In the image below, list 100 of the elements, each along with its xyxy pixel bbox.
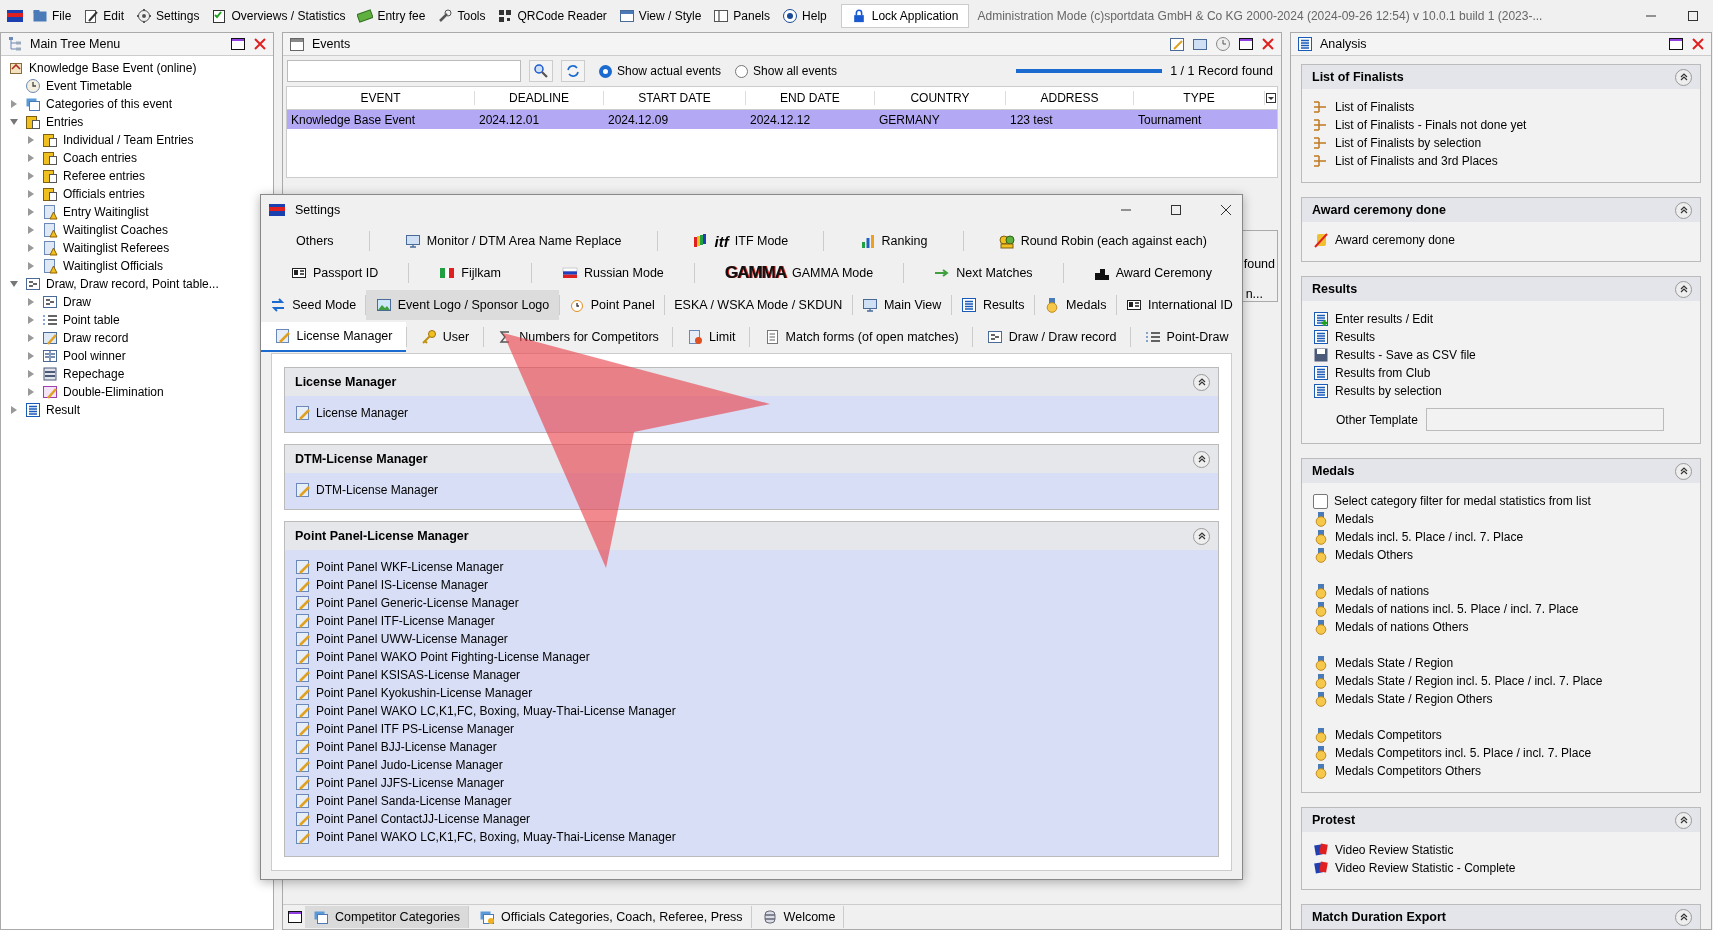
report-link[interactable]: List of Finalists by selection — [1313, 134, 1690, 152]
report-link[interactable]: Medals Competitors incl. 5. Place / incl. 7. Place — [1313, 744, 1690, 762]
collapsed-arrow-icon[interactable] — [26, 189, 36, 199]
report-link[interactable]: Video Review Statistic - Complete — [1313, 859, 1690, 877]
settings-tab[interactable]: Numbers for Competitors — [483, 322, 673, 352]
collapsed-arrow-icon[interactable] — [9, 99, 19, 109]
menu-item[interactable]: Settings — [132, 5, 204, 27]
license-manager-link[interactable]: Point Panel ITF PS-License Manager — [295, 720, 1208, 738]
report-link[interactable]: Results by selection — [1313, 382, 1690, 400]
report-link[interactable]: Medals of nations incl. 5. Place / incl. 7. Place — [1313, 600, 1690, 618]
maximize-panel-icon[interactable] — [1668, 36, 1684, 52]
settings-tab[interactable]: Medals — [1034, 290, 1116, 320]
template-field[interactable] — [1425, 408, 1664, 431]
report-link[interactable]: Medals Others — [1313, 546, 1690, 564]
report-link[interactable]: Award ceremony done — [1313, 231, 1690, 249]
menu-item[interactable]: Overviews / Statistics — [207, 5, 350, 27]
report-link[interactable]: List of Finalists — [1313, 98, 1690, 116]
collapsed-arrow-icon[interactable] — [26, 369, 36, 379]
tree-item[interactable]: Double-Elimination — [8, 383, 273, 401]
license-manager-link[interactable]: Point Panel WAKO LC,K1,FC, Boxing, Muay-Thai-License Manager — [295, 828, 1208, 846]
license-manager-link[interactable]: Point Panel BJJ-License Manager — [295, 738, 1208, 756]
column-header[interactable]: DEADLINE — [475, 91, 604, 105]
maximize-icon[interactable] — [1170, 204, 1182, 216]
settings-tab[interactable]: Award Ceremony — [1063, 258, 1242, 288]
report-link[interactable]: Medals — [1313, 510, 1690, 528]
settings-tab[interactable]: Round Robin (each against each) — [963, 226, 1242, 256]
report-link[interactable]: Medals State / Region incl. 5. Place / incl. 7. Place — [1313, 672, 1690, 690]
collapse-button[interactable] — [1675, 68, 1692, 86]
license-manager-link[interactable]: Point Panel JJFS-License Manager — [295, 774, 1208, 792]
settings-tab[interactable]: International ID — [1116, 290, 1242, 320]
license-manager-link[interactable]: Point Panel IS-License Manager — [295, 576, 1208, 594]
radio-option[interactable]: Show actual events — [599, 64, 722, 78]
collapse-button[interactable] — [1193, 450, 1210, 468]
search-button[interactable] — [529, 60, 553, 82]
collapsed-arrow-icon[interactable] — [26, 135, 36, 145]
column-header[interactable]: EVENT — [287, 91, 475, 105]
settings-tab[interactable]: Match forms (of open matches) — [750, 322, 973, 352]
report-link[interactable]: Results from Club — [1313, 364, 1690, 382]
settings-tab[interactable]: Ranking — [824, 226, 963, 256]
refresh-button[interactable] — [561, 60, 585, 82]
settings-tab[interactable]: Russian Mode — [531, 258, 694, 288]
maximize-icon[interactable] — [1687, 10, 1699, 22]
menu-item[interactable]: QRCode Reader — [493, 5, 611, 27]
settings-tab[interactable]: User — [407, 322, 483, 352]
license-manager-link[interactable]: Point Panel WAKO Point Fighting-License Manager — [295, 648, 1208, 666]
collapse-button[interactable] — [1193, 373, 1210, 391]
column-header[interactable]: COUNTRY — [875, 91, 1006, 105]
collapse-button[interactable] — [1675, 201, 1692, 219]
settings-tab[interactable]: Results — [951, 290, 1034, 320]
collapse-button[interactable] — [1193, 527, 1210, 545]
collapsed-arrow-icon[interactable] — [26, 243, 36, 253]
menu-item[interactable]: File — [28, 5, 76, 27]
tree-item[interactable]: Result — [8, 401, 273, 419]
tree-item[interactable]: Entry Waitinglist — [8, 203, 273, 221]
tree-item[interactable]: Categories of this event — [8, 95, 273, 113]
collapsed-arrow-icon[interactable] — [26, 153, 36, 163]
license-manager-link[interactable]: Point Panel Kyokushin-License Manager — [295, 684, 1208, 702]
license-manager-link[interactable]: Point Panel WAKO LC,K1,FC, Boxing, Muay-Thai-License Manager — [295, 702, 1208, 720]
report-link[interactable]: Medals incl. 5. Place / incl. 7. Place — [1313, 528, 1690, 546]
tree-item[interactable]: Repechage — [8, 365, 273, 383]
menu-item[interactable]: Entry fee — [353, 5, 430, 27]
collapsed-arrow-icon[interactable] — [26, 261, 36, 271]
panel-tab[interactable]: n... — [1245, 287, 1263, 301]
tree-item[interactable]: Entries — [8, 113, 273, 131]
collapsed-arrow-icon[interactable] — [26, 387, 36, 397]
maximize-panel-icon[interactable] — [230, 36, 246, 52]
report-link[interactable]: Results — [1313, 328, 1690, 346]
tree-item[interactable]: Officials entries — [8, 185, 273, 203]
license-manager-link[interactable]: Point Panel ITF-License Manager — [295, 612, 1208, 630]
report-link[interactable]: Enter results / Edit — [1313, 310, 1690, 328]
settings-tab[interactable]: Event Logo / Sponsor Logo — [366, 290, 559, 320]
license-manager-link[interactable]: Point Panel WKF-License Manager — [295, 558, 1208, 576]
license-manager-link[interactable]: Point Panel Sanda-License Manager — [295, 792, 1208, 810]
tree-item[interactable]: Knowledge Base Event (online) — [8, 59, 273, 77]
report-link[interactable]: List of Finalists - Finals not done yet — [1313, 116, 1690, 134]
bottom-tab[interactable]: Competitor Categories — [305, 906, 470, 928]
settings-tab[interactable]: Limit — [673, 322, 750, 352]
report-link[interactable]: Medals State / Region Others — [1313, 690, 1690, 708]
report-link[interactable]: Medals State / Region — [1313, 654, 1690, 672]
menu-item[interactable]: Edit — [79, 5, 129, 27]
settings-tab[interactable]: Point-Draw — [1131, 322, 1243, 352]
tree-item[interactable]: Individual / Team Entries — [8, 131, 273, 149]
settings-tab[interactable]: Main View — [852, 290, 951, 320]
column-header[interactable]: ADDRESS — [1006, 91, 1134, 105]
report-link[interactable]: Medals of nations — [1313, 582, 1690, 600]
collapsed-arrow-icon[interactable] — [9, 405, 19, 415]
settings-tab[interactable]: Monitor / DTM Area Name Replace — [369, 226, 657, 256]
report-link[interactable]: Medals Competitors Others — [1313, 762, 1690, 780]
column-header[interactable]: TYPE — [1134, 91, 1265, 105]
search-field[interactable] — [287, 60, 521, 82]
report-link[interactable]: Medals Competitors — [1313, 726, 1690, 744]
settings-tab[interactable]: Fijlkam — [409, 258, 531, 288]
collapsed-arrow-icon[interactable] — [26, 207, 36, 217]
license-manager-link[interactable]: Point Panel Generic-License Manager — [295, 594, 1208, 612]
collapse-button[interactable] — [1675, 462, 1692, 480]
settings-tab[interactable]: GAMMA GAMMA Mode — [694, 258, 904, 288]
settings-tab[interactable]: ESKA / WSKA Mode / SKDUN — [665, 290, 852, 320]
collapsed-arrow-icon[interactable] — [26, 225, 36, 235]
collapse-button[interactable] — [1675, 908, 1692, 926]
report-link[interactable]: Results - Save as CSV file — [1313, 346, 1690, 364]
